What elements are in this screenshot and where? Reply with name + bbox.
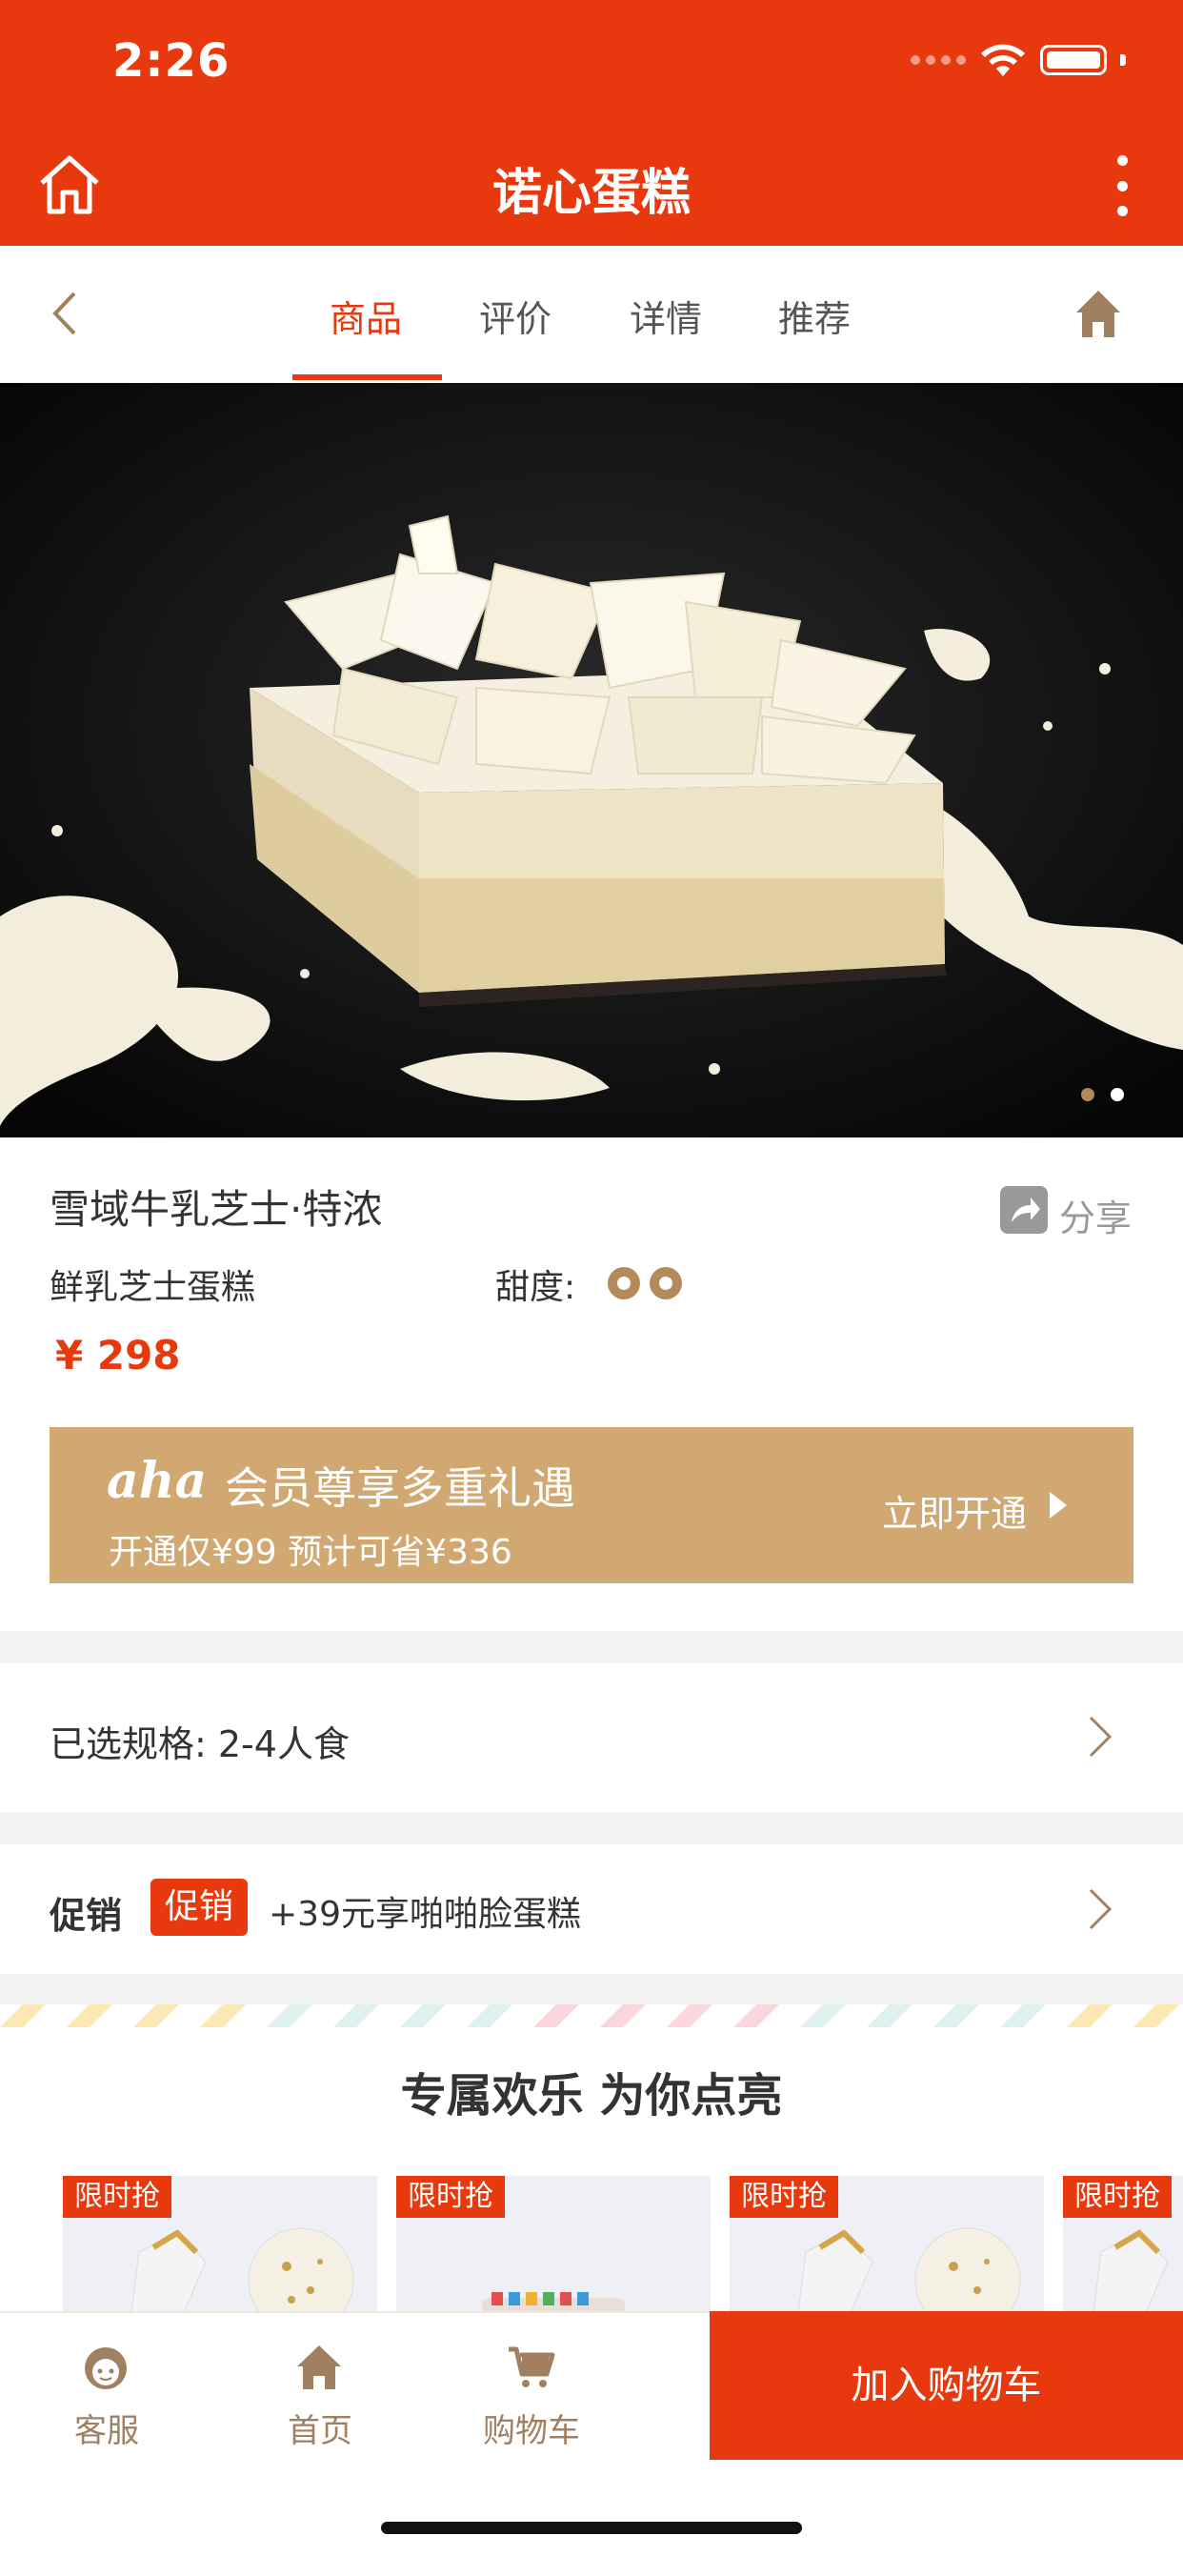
customer-service-label[interactable]: 客服 bbox=[30, 2405, 183, 2451]
play-arrow-icon bbox=[1050, 1492, 1067, 1519]
customer-service-icon[interactable] bbox=[80, 2344, 131, 2391]
carousel-dot-2[interactable] bbox=[1111, 1088, 1124, 1101]
signal-icon bbox=[911, 55, 966, 65]
aha-logo: aha bbox=[107, 1452, 208, 1510]
flash-sale-badge: 限时抢 bbox=[396, 2176, 505, 2218]
battery-tip bbox=[1120, 54, 1126, 66]
more-icon[interactable] bbox=[1114, 155, 1130, 216]
tab-details[interactable]: 详情 bbox=[630, 290, 702, 342]
promotion-label: 促销 bbox=[50, 1895, 123, 1937]
flash-sale-badge: 限时抢 bbox=[1063, 2176, 1172, 2218]
tab-product[interactable]: 商品 bbox=[330, 290, 402, 342]
product-price: ¥ 298 bbox=[55, 1332, 181, 1379]
home-icon[interactable] bbox=[293, 2344, 345, 2391]
page-title: 诺心蛋糕 bbox=[491, 165, 691, 222]
wifi-icon bbox=[981, 44, 1025, 76]
tab-reviews[interactable]: 评价 bbox=[479, 290, 551, 342]
decorative-stripe bbox=[0, 2004, 1183, 2027]
promotion-text: +39元享啪啪脸蛋糕 bbox=[269, 1895, 581, 1934]
recommend-title: 专属欢乐 为你点亮 bbox=[400, 2069, 783, 2123]
status-time: 2:26 bbox=[112, 34, 231, 88]
share-icon[interactable] bbox=[1000, 1186, 1048, 1234]
donut-icon bbox=[650, 1267, 682, 1299]
product-subtitle: 鲜乳芝士蛋糕 bbox=[50, 1268, 256, 1307]
home-indicator bbox=[381, 2522, 802, 2534]
sweetness-label: 甜度: bbox=[495, 1268, 576, 1307]
membership-subtitle: 开通仅¥99 预计可省¥336 bbox=[109, 1533, 512, 1572]
flash-sale-badge: 限时抢 bbox=[730, 2176, 838, 2218]
donut-icon bbox=[608, 1267, 640, 1299]
carousel-dot-1[interactable] bbox=[1081, 1088, 1094, 1101]
add-to-cart-button[interactable]: 加入购物车 bbox=[710, 2311, 1183, 2460]
membership-open-button[interactable]: 立即开通 bbox=[882, 1484, 1027, 1537]
membership-title: 会员尊享多重礼遇 bbox=[225, 1462, 575, 1514]
shopping-cart-icon[interactable] bbox=[505, 2344, 556, 2391]
chevron-right-icon bbox=[1089, 1888, 1113, 1930]
tab-recommend[interactable]: 推荐 bbox=[778, 290, 851, 342]
home-label[interactable]: 首页 bbox=[244, 2405, 396, 2451]
product-image-carousel[interactable] bbox=[0, 383, 1183, 1137]
section-tabs bbox=[0, 246, 1183, 383]
tab-active-indicator bbox=[292, 374, 442, 380]
cake-image bbox=[0, 383, 1183, 1137]
promotion-badge: 促销 bbox=[150, 1879, 248, 1936]
status-indicators bbox=[911, 42, 1126, 78]
chevron-right-icon bbox=[1089, 1716, 1113, 1758]
back-chevron-icon[interactable] bbox=[50, 290, 78, 337]
share-label[interactable]: 分享 bbox=[1059, 1189, 1132, 1241]
cart-label[interactable]: 购物车 bbox=[455, 2405, 608, 2451]
home-filled-icon[interactable] bbox=[1074, 288, 1122, 339]
spec-text: 已选规格: 2-4人食 bbox=[50, 1723, 350, 1765]
battery-icon bbox=[1040, 45, 1107, 75]
product-name: 雪域牛乳芝士·特浓 bbox=[50, 1186, 383, 1233]
flash-sale-badge: 限时抢 bbox=[63, 2176, 171, 2218]
